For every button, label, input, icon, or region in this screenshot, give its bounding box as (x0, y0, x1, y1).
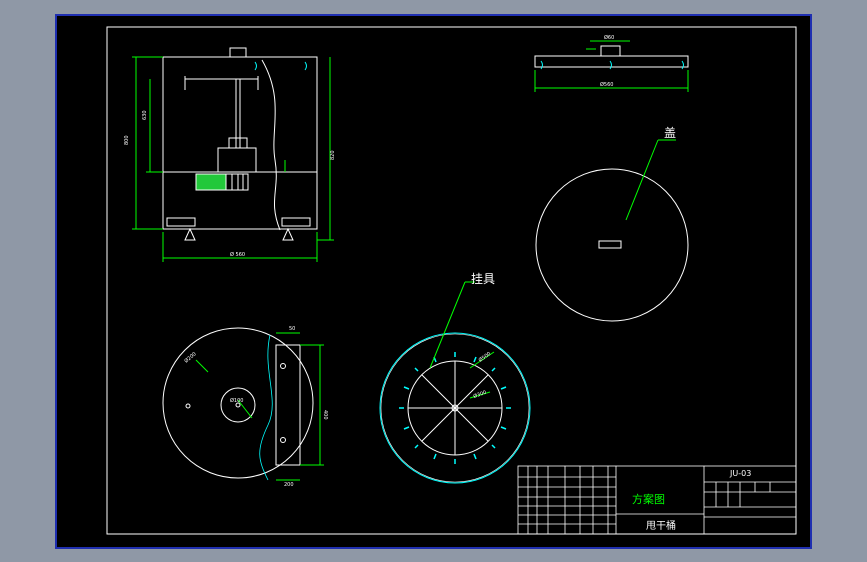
svg-text:630: 630 (142, 110, 148, 120)
svg-text:Ø200: Ø200 (183, 351, 198, 365)
hanger-label: 挂具 (471, 272, 495, 286)
motor-housing (217, 147, 257, 173)
lid-leader (625, 139, 659, 221)
foot-right (282, 227, 294, 241)
svg-text:Ø500: Ø500 (477, 350, 492, 363)
svg-text:Ø560: Ø560 (600, 81, 613, 88)
front-view: 800 630 820 Ø 560 (124, 47, 336, 262)
svg-text:820: 820 (330, 150, 336, 160)
front-dimensions (132, 56, 334, 262)
lid-side-view: Ø560 Ø60 (534, 34, 689, 92)
svg-text:Ø 560: Ø 560 (230, 251, 245, 258)
sheet-border (106, 26, 797, 535)
lid-top-view: 盖 (535, 126, 689, 322)
svg-text:Ø300: Ø300 (472, 389, 487, 400)
lid-handle (229, 47, 247, 58)
break-line (261, 59, 281, 231)
foot-left (184, 227, 196, 241)
svg-text:400: 400 (322, 410, 328, 420)
lid-circle (535, 168, 689, 322)
svg-text:Ø60: Ø60 (604, 34, 614, 41)
part-name: 甩干桶 (646, 519, 676, 532)
scheme-label: 方案图 (632, 492, 665, 506)
svg-text:Ø100: Ø100 (230, 397, 243, 404)
drawing-code: JU-03 (729, 469, 751, 478)
svg-text:200: 200 (284, 482, 294, 488)
hanger-leader (429, 281, 466, 369)
motor (195, 173, 227, 191)
lid-slot (598, 240, 622, 249)
drawing-canvas: 800 630 820 Ø 560 Ø560 Ø60 盖 50 200 400 … (106, 26, 797, 535)
side-plate (275, 344, 301, 466)
lid-label: 盖 (664, 126, 676, 140)
hanger-view: 挂具 Ø500 Ø300 (379, 272, 531, 484)
svg-text:800: 800 (124, 135, 130, 145)
svg-text:50: 50 (289, 326, 295, 332)
cad-viewport[interactable]: 800 630 820 Ø 560 Ø560 Ø60 盖 50 200 400 … (0, 0, 867, 562)
base-plate-view: 50 200 400 Ø200 Ø100 (162, 326, 328, 488)
